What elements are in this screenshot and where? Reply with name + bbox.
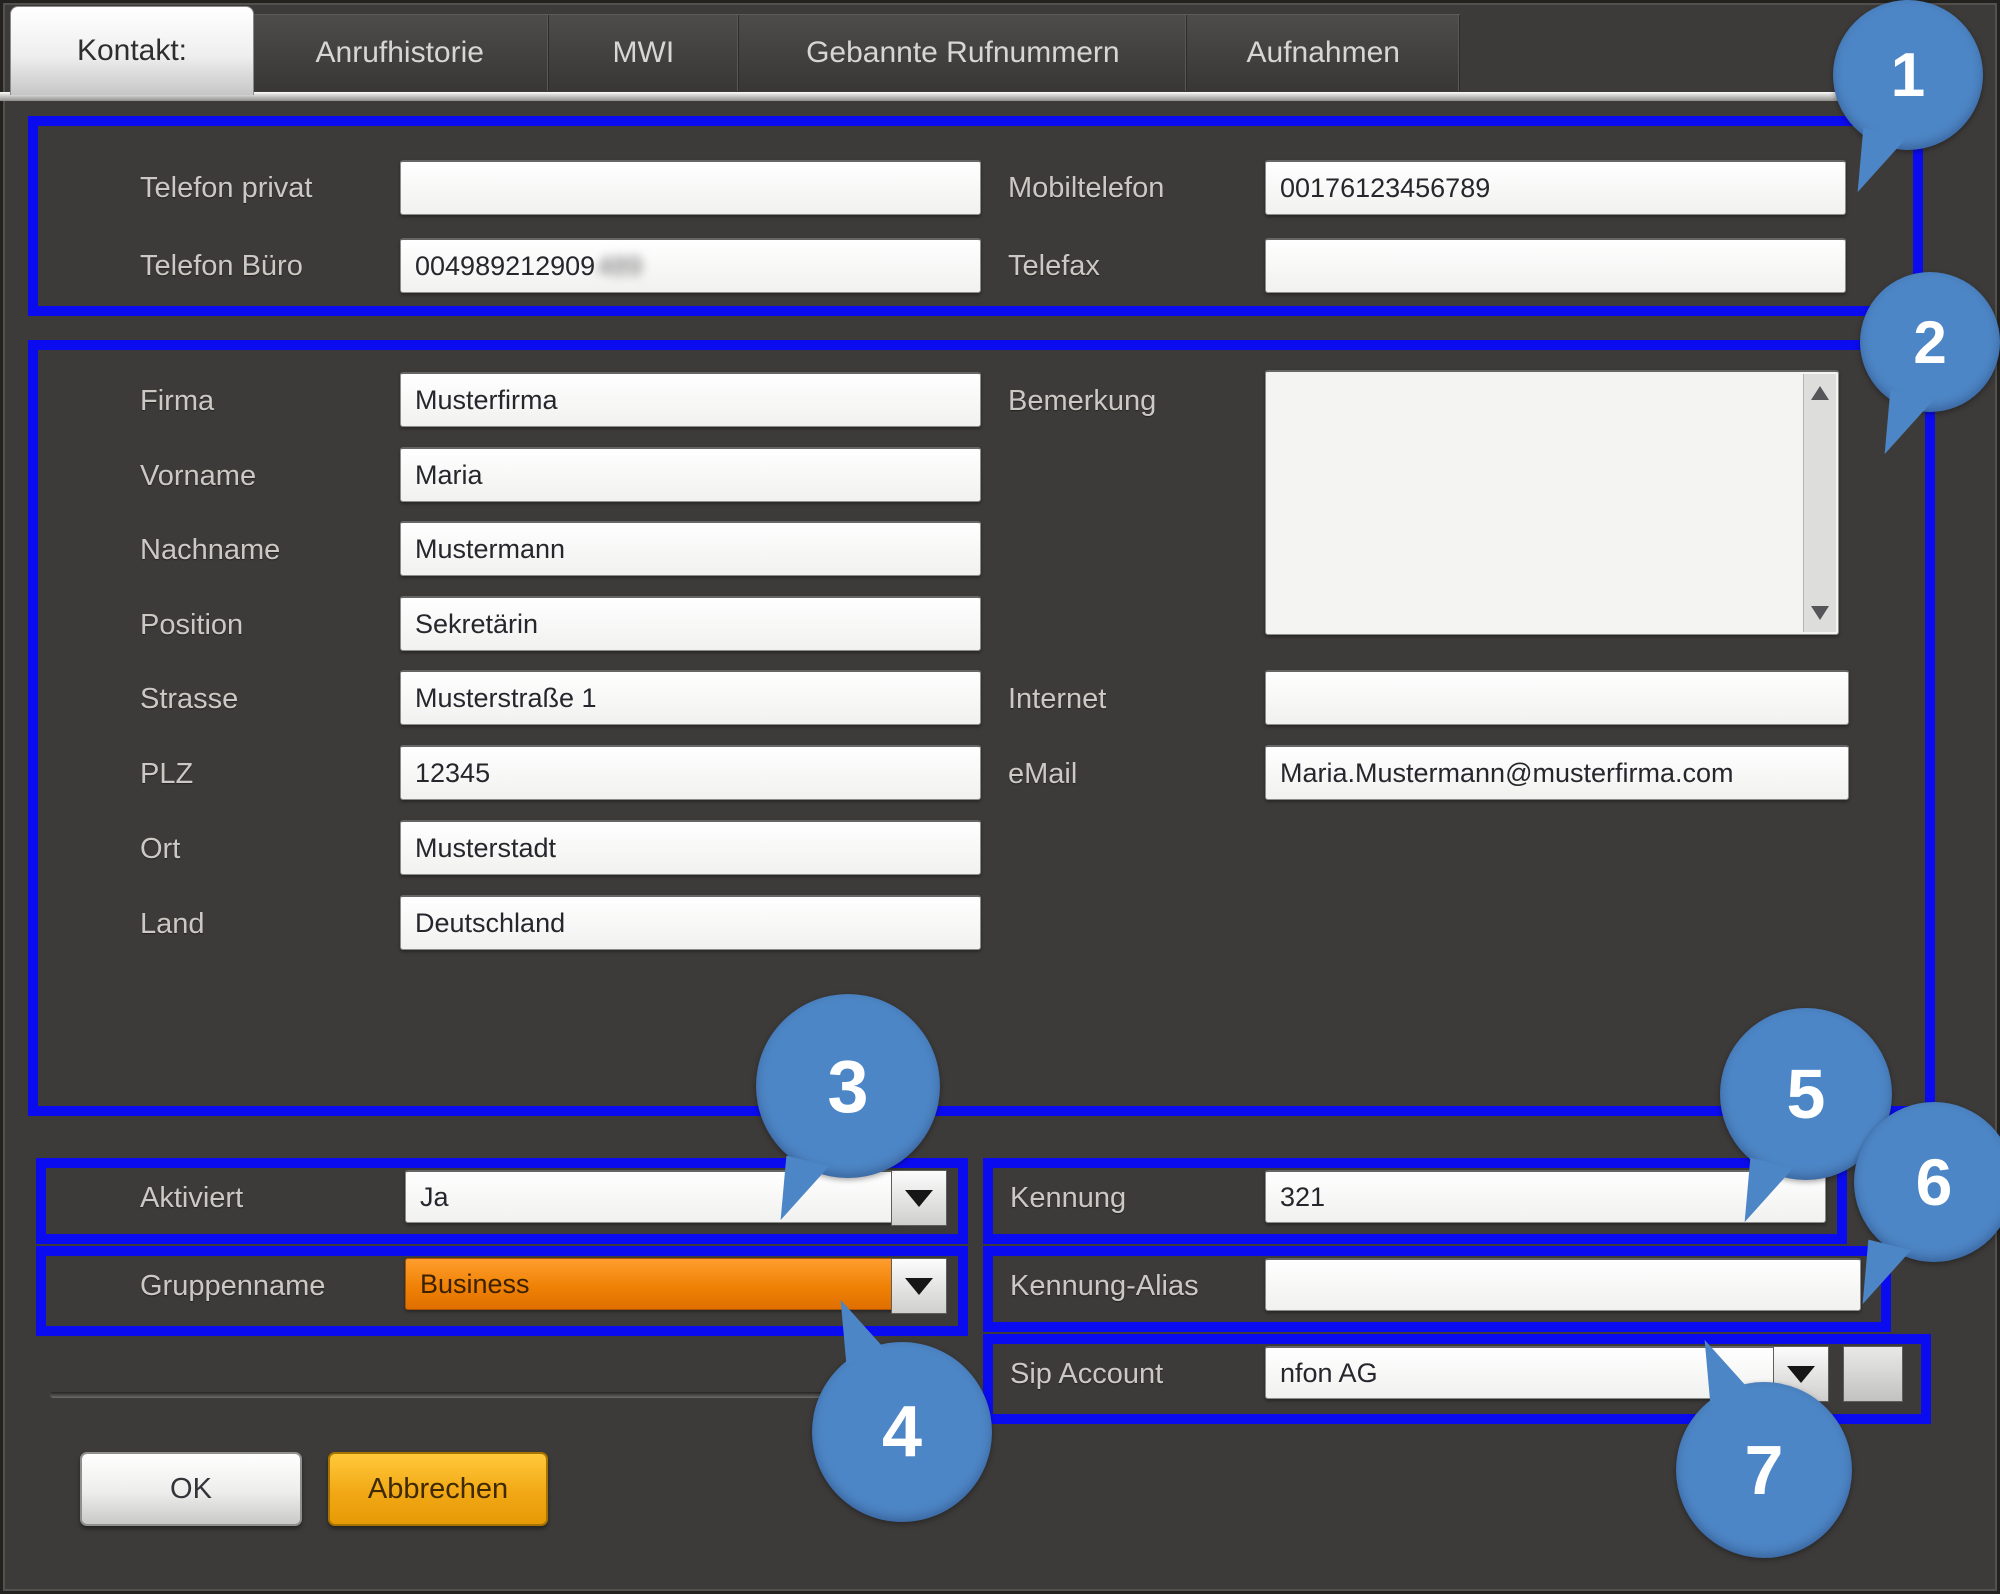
land-label: Land bbox=[140, 908, 205, 941]
tab-anrufhistorie[interactable]: Anrufhistorie bbox=[252, 15, 549, 91]
telefax-label: Telefax bbox=[1008, 250, 1100, 283]
nachname-value: Mustermann bbox=[415, 534, 565, 565]
position-label: Position bbox=[140, 609, 243, 642]
chevron-down-icon bbox=[905, 1278, 933, 1295]
chevron-down-icon bbox=[905, 1190, 933, 1207]
strasse-field[interactable]: Musterstraße 1 bbox=[400, 670, 981, 725]
kennung-alias-field[interactable] bbox=[1265, 1258, 1861, 1311]
email-label: eMail bbox=[1008, 758, 1077, 791]
nachname-field[interactable]: Mustermann bbox=[400, 521, 981, 576]
vorname-value: Maria bbox=[415, 460, 483, 491]
firma-label: Firma bbox=[140, 385, 214, 418]
tab-kontakt[interactable]: Kontakt: bbox=[10, 6, 254, 95]
sip-account-label: Sip Account bbox=[1010, 1358, 1163, 1391]
badge-number: 4 bbox=[882, 1391, 922, 1473]
vorname-label: Vorname bbox=[140, 460, 256, 493]
tab-label: Kontakt: bbox=[77, 34, 187, 68]
position-value: Sekretärin bbox=[415, 609, 538, 640]
ort-label: Ort bbox=[140, 833, 180, 866]
tab-bar: Anrufhistorie MWI Gebannte Rufnummern Au… bbox=[252, 14, 1460, 91]
position-field[interactable]: Sekretärin bbox=[400, 596, 981, 651]
bemerkung-label: Bemerkung bbox=[1008, 385, 1156, 418]
plz-label: PLZ bbox=[140, 758, 193, 791]
cancel-button[interactable]: Abbrechen bbox=[328, 1452, 548, 1526]
badge-number: 1 bbox=[1891, 40, 1925, 111]
plz-value: 12345 bbox=[415, 758, 490, 789]
callout-badge-6: 6 bbox=[1854, 1102, 2000, 1262]
plz-field[interactable]: 12345 bbox=[400, 745, 981, 800]
aktiviert-value: Ja bbox=[420, 1182, 449, 1213]
nachname-label: Nachname bbox=[140, 534, 280, 567]
chevron-down-icon bbox=[1787, 1366, 1815, 1383]
tab-gebannte-rufnummern[interactable]: Gebannte Rufnummern bbox=[739, 15, 1187, 91]
internet-field[interactable] bbox=[1265, 670, 1849, 725]
scroll-up-icon[interactable] bbox=[1811, 386, 1829, 400]
email-value: Maria.Mustermann@musterfirma.com bbox=[1280, 758, 1734, 789]
land-field[interactable]: Deutschland bbox=[400, 895, 981, 950]
bemerkung-scrollbar[interactable] bbox=[1803, 374, 1836, 632]
kennung-label: Kennung bbox=[1010, 1182, 1126, 1215]
email-field[interactable]: Maria.Mustermann@musterfirma.com bbox=[1265, 745, 1849, 800]
ok-button[interactable]: OK bbox=[80, 1452, 302, 1526]
tab-label: Aufnahmen bbox=[1247, 36, 1400, 70]
kennung-value: 321 bbox=[1280, 1182, 1325, 1213]
kennung-alias-label: Kennung-Alias bbox=[1010, 1270, 1199, 1303]
land-value: Deutschland bbox=[415, 908, 565, 939]
badge-number: 5 bbox=[1787, 1054, 1826, 1134]
gruppenname-value: Business bbox=[420, 1269, 530, 1300]
telefon-buero-redacted-digits: 489 bbox=[597, 251, 642, 282]
aktiviert-dropdown-button[interactable] bbox=[891, 1170, 947, 1226]
tab-aufnahmen[interactable]: Aufnahmen bbox=[1187, 15, 1460, 91]
ort-field[interactable]: Musterstadt bbox=[400, 820, 981, 875]
telefax-field[interactable] bbox=[1265, 238, 1846, 293]
telefon-privat-field[interactable] bbox=[400, 160, 981, 215]
callout-badge-7: 7 bbox=[1676, 1382, 1852, 1558]
tab-mwi[interactable]: MWI bbox=[549, 15, 740, 91]
tab-underline bbox=[0, 92, 1964, 101]
mobiltelefon-label: Mobiltelefon bbox=[1008, 172, 1164, 205]
tab-label: Anrufhistorie bbox=[316, 36, 484, 70]
badge-number: 2 bbox=[1913, 308, 1946, 377]
kontakt-dialog: Anrufhistorie MWI Gebannte Rufnummern Au… bbox=[0, 0, 2000, 1594]
strasse-label: Strasse bbox=[140, 683, 238, 716]
telefon-buero-value: 004989212909 bbox=[415, 251, 595, 282]
telefon-buero-label: Telefon Büro bbox=[140, 250, 303, 283]
callout-badge-2: 2 bbox=[1860, 272, 2000, 412]
gruppenname-label: Gruppenname bbox=[140, 1270, 325, 1303]
callout-badge-1: 1 bbox=[1833, 0, 1983, 150]
bemerkung-textarea[interactable] bbox=[1265, 370, 1839, 635]
mobiltelefon-field[interactable]: 00176123456789 bbox=[1265, 160, 1846, 215]
callout-badge-3: 3 bbox=[756, 994, 940, 1178]
firma-value: Musterfirma bbox=[415, 385, 558, 416]
telefon-privat-label: Telefon privat bbox=[140, 172, 313, 205]
internet-label: Internet bbox=[1008, 683, 1106, 716]
telefon-buero-field[interactable]: 004989212909489 bbox=[400, 238, 981, 293]
tab-label: MWI bbox=[613, 36, 675, 70]
gruppenname-dropdown-button[interactable] bbox=[891, 1258, 947, 1314]
tab-label: Gebannte Rufnummern bbox=[806, 36, 1120, 70]
badge-number: 3 bbox=[827, 1044, 868, 1129]
firma-field[interactable]: Musterfirma bbox=[400, 372, 981, 427]
ort-value: Musterstadt bbox=[415, 833, 556, 864]
strasse-value: Musterstraße 1 bbox=[415, 683, 597, 714]
badge-number: 6 bbox=[1916, 1144, 1953, 1220]
badge-number: 7 bbox=[1745, 1430, 1784, 1510]
mobiltelefon-value: 00176123456789 bbox=[1280, 173, 1490, 204]
scroll-down-icon[interactable] bbox=[1811, 606, 1829, 620]
sip-account-extra-button[interactable] bbox=[1843, 1346, 1903, 1402]
aktiviert-label: Aktiviert bbox=[140, 1182, 243, 1215]
sip-account-value: nfon AG bbox=[1280, 1358, 1378, 1389]
callout-badge-4: 4 bbox=[812, 1342, 992, 1522]
aktiviert-dropdown[interactable]: Ja bbox=[405, 1170, 907, 1223]
vorname-field[interactable]: Maria bbox=[400, 447, 981, 502]
